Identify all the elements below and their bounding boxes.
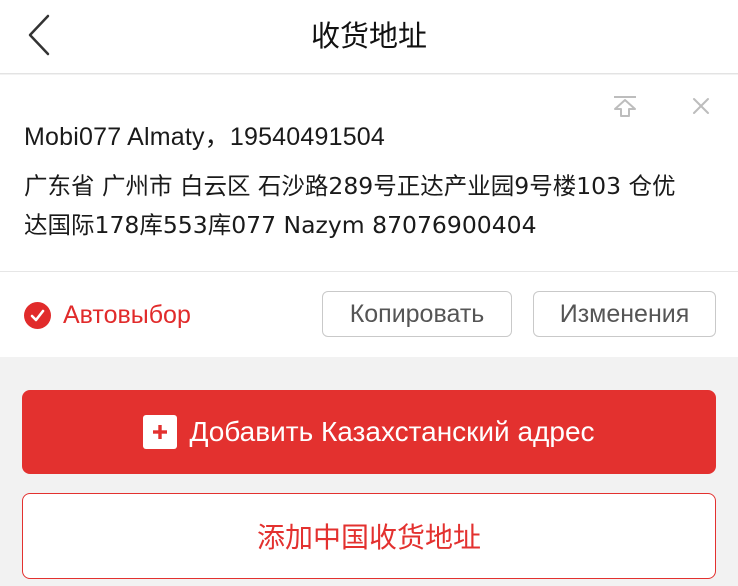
default-address-toggle[interactable]: Автовыбор <box>24 301 191 330</box>
recipient-name-phone: Mobi077 Almaty，19540491504 <box>24 123 386 151</box>
edit-button[interactable]: Изменения <box>533 291 716 337</box>
plus-icon <box>143 415 178 449</box>
copy-button[interactable]: Копировать <box>322 291 512 337</box>
pin-to-top-icon <box>614 96 636 117</box>
card-top-actions <box>610 91 716 121</box>
page-title: 收货地址 <box>310 19 427 53</box>
default-address-label: Автовыбор <box>63 301 191 329</box>
pin-to-top-button[interactable] <box>610 91 640 121</box>
add-kazakhstan-address-label: Добавить Казахстанский адрес <box>189 416 595 447</box>
card-divider <box>0 271 738 272</box>
address-detail: 广东省 广州市 白云区 石沙路289号正达产业园9号楼103 仓优达国际178库… <box>24 172 676 239</box>
top-nav-bar: 收货地址 <box>0 0 738 74</box>
add-kazakhstan-address-button[interactable]: Добавить Казахстанский адрес <box>22 390 716 474</box>
delete-address-button[interactable] <box>686 91 716 121</box>
add-china-address-label: 添加中国收货地址 <box>256 521 481 554</box>
add-china-address-button[interactable]: 添加中国收货地址 <box>22 493 716 579</box>
checkmark-icon <box>24 302 51 329</box>
address-card[interactable]: Mobi077 Almaty，19540491504 广东省 广州市 白云区 石… <box>0 75 738 357</box>
close-icon <box>693 98 709 114</box>
